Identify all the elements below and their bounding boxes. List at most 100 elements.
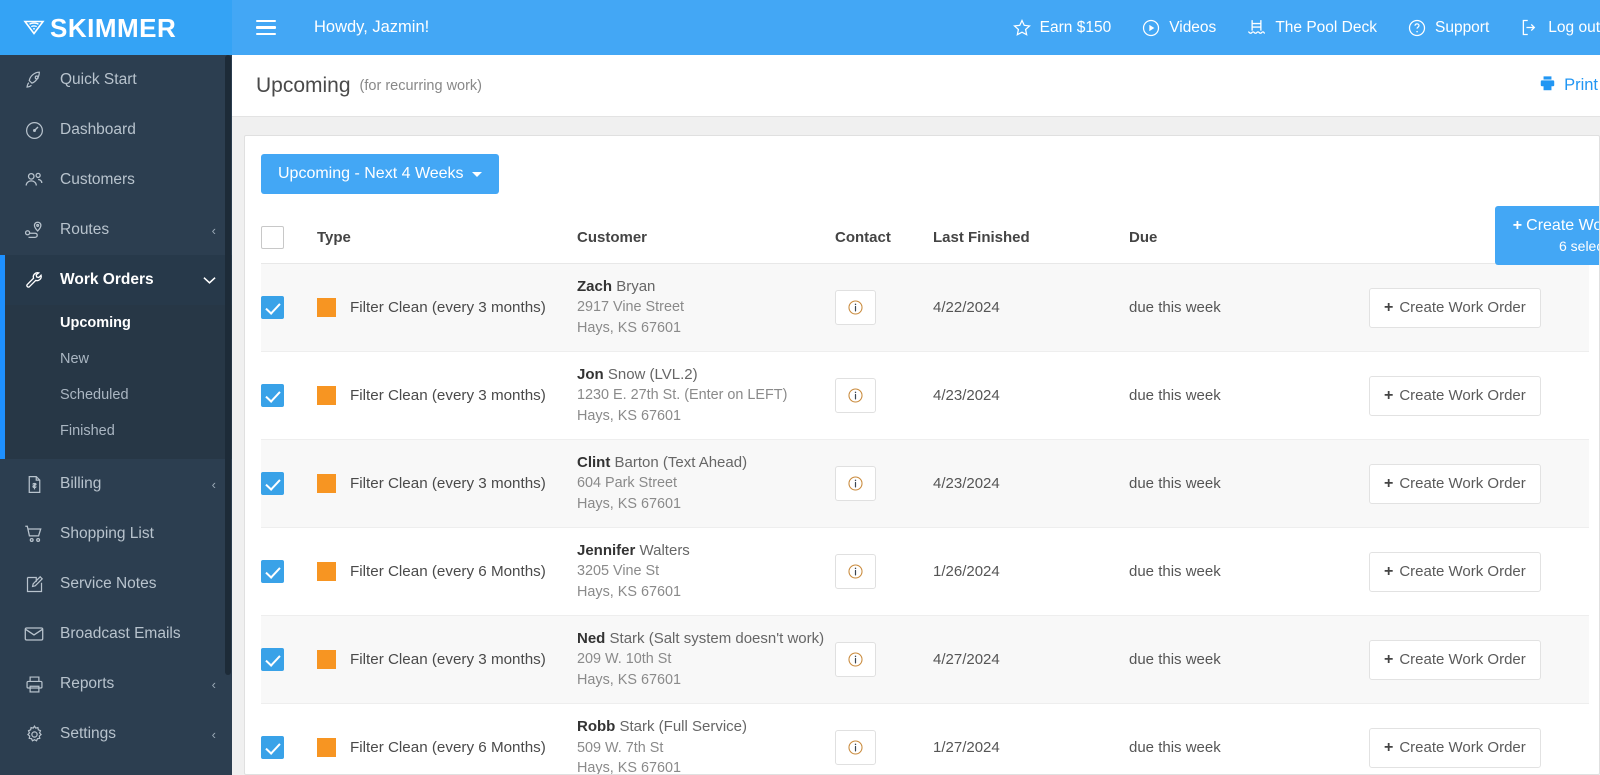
table-row[interactable]: Filter Clean (every 3 months) Jon Snow (L… bbox=[261, 351, 1589, 441]
skimmer-logo-icon bbox=[22, 16, 46, 40]
sidebar-item-upcoming[interactable]: Upcoming bbox=[0, 305, 232, 341]
contact-info-button[interactable] bbox=[835, 378, 876, 414]
top-nav: Earn $150 Videos The Pool Deck Support L… bbox=[982, 17, 1600, 38]
row-type-label: Filter Clean (every 3 months) bbox=[350, 387, 546, 405]
create-work-orders-button[interactable]: +Create Work Orders 6 selected bbox=[1494, 206, 1600, 265]
topnav-label: Support bbox=[1434, 18, 1490, 36]
sidebar-item-customers[interactable]: Customers bbox=[0, 155, 232, 205]
row-due: due this week bbox=[1129, 615, 1369, 705]
row-checkbox[interactable] bbox=[261, 736, 284, 760]
row-type-label: Filter Clean (every 6 Months) bbox=[350, 563, 546, 581]
row-last-finished: 4/23/2024 bbox=[933, 439, 1129, 529]
header-type: Type bbox=[317, 212, 577, 264]
customer-last-name: Walters bbox=[639, 542, 690, 560]
sidebar-item-label: Quick Start bbox=[60, 71, 137, 88]
sidebar-item-routes[interactable]: Routes ‹ bbox=[0, 205, 232, 255]
table-row[interactable]: Filter Clean (every 3 months) Ned Stark (… bbox=[261, 615, 1589, 705]
topnav-videos[interactable]: Videos bbox=[1141, 18, 1216, 38]
topnav-support[interactable]: Support bbox=[1407, 18, 1489, 38]
plus-icon: + bbox=[1512, 217, 1523, 234]
row-type-label: Filter Clean (every 3 months) bbox=[350, 651, 546, 669]
table-row[interactable]: Filter Clean (every 6 Months) Jennifer Wa… bbox=[261, 527, 1589, 617]
header-contact: Contact bbox=[835, 212, 933, 264]
row-select-cell bbox=[261, 351, 317, 441]
date-range-filter-button[interactable]: Upcoming - Next 4 Weeks bbox=[261, 154, 499, 194]
sidebar-scrollbar[interactable] bbox=[225, 55, 232, 775]
row-checkbox[interactable] bbox=[261, 296, 284, 320]
create-work-order-button[interactable]: + Create Work Order bbox=[1369, 287, 1541, 328]
pool-icon bbox=[1246, 17, 1267, 38]
header-last-finished: Last Finished bbox=[933, 212, 1129, 264]
header-customer: Customer bbox=[577, 212, 835, 264]
sidebar-item-billing[interactable]: Billing ‹ bbox=[0, 459, 232, 509]
contact-info-button[interactable] bbox=[835, 730, 876, 766]
sidebar-item-quick-start[interactable]: Quick Start bbox=[0, 55, 232, 105]
customer-first-name: Jennifer bbox=[577, 542, 636, 560]
sidebar-item-label: Work Orders bbox=[60, 271, 154, 288]
create-work-order-label: Create Work Order bbox=[1399, 651, 1526, 669]
content-area: Upcoming - Next 4 Weeks Type Customer Co… bbox=[232, 117, 1600, 775]
print-button[interactable]: Print bbox=[1538, 74, 1598, 98]
row-customer-cell: Clint Barton (Text Ahead) 604 Park Street… bbox=[577, 439, 835, 529]
star-icon bbox=[1012, 18, 1032, 38]
create-orders-label: Create Work Orders bbox=[1526, 217, 1600, 234]
row-last-finished: 4/22/2024 bbox=[933, 263, 1129, 353]
table-row[interactable]: Filter Clean (every 3 months) Clint Barto… bbox=[261, 439, 1589, 529]
brand-logo[interactable]: SKIMMER bbox=[0, 0, 232, 55]
row-checkbox[interactable] bbox=[261, 560, 284, 584]
row-action-cell: + Create Work Order bbox=[1369, 527, 1589, 617]
row-checkbox[interactable] bbox=[261, 472, 284, 496]
contact-info-button[interactable] bbox=[835, 466, 876, 502]
create-work-order-button[interactable]: + Create Work Order bbox=[1369, 375, 1541, 416]
sidebar-item-service-notes[interactable]: Service Notes bbox=[0, 559, 232, 609]
create-work-order-button[interactable]: + Create Work Order bbox=[1369, 639, 1541, 680]
sidebar-item-scheduled[interactable]: Scheduled bbox=[0, 377, 232, 413]
sidebar-nav: Quick Start Dashboard Customers Routes ‹… bbox=[0, 55, 232, 759]
sidebar-item-new[interactable]: New bbox=[0, 341, 232, 377]
sidebar-item-work-orders[interactable]: Work Orders bbox=[0, 255, 232, 305]
create-work-order-button[interactable]: + Create Work Order bbox=[1369, 551, 1541, 592]
users-icon bbox=[22, 168, 46, 192]
page-title: Upcoming bbox=[256, 73, 351, 97]
customer-address-line2: Hays, KS 67601 bbox=[577, 760, 681, 775]
sidebar-item-shopping-list[interactable]: Shopping List bbox=[0, 509, 232, 559]
sidebar: SKIMMER Quick Start Dashboard Customers … bbox=[0, 0, 232, 775]
printer-icon bbox=[22, 672, 46, 696]
header-due: Due bbox=[1129, 212, 1369, 264]
table-row[interactable]: Filter Clean (every 3 months) Zach Bryan 2… bbox=[261, 263, 1589, 353]
sidebar-scrollbar-thumb[interactable] bbox=[225, 55, 231, 675]
hamburger-icon[interactable] bbox=[256, 16, 276, 40]
sidebar-item-label: Reports bbox=[60, 675, 115, 692]
sidebar-item-finished[interactable]: Finished bbox=[0, 413, 232, 449]
customer-address-line1: 2917 Vine Street bbox=[577, 299, 684, 316]
service-color-swatch bbox=[317, 386, 336, 406]
table-row[interactable]: Filter Clean (every 6 Months) Robb Stark … bbox=[261, 703, 1589, 775]
select-all-checkbox[interactable] bbox=[261, 226, 284, 249]
sidebar-item-dashboard[interactable]: Dashboard bbox=[0, 105, 232, 155]
customer-last-name: Stark (Salt system doesn't work) bbox=[609, 630, 825, 648]
top-bar: Howdy, Jazmin! Earn $150 Videos The Pool… bbox=[232, 0, 1600, 55]
info-circle-icon bbox=[848, 476, 863, 491]
sidebar-item-reports[interactable]: Reports ‹ bbox=[0, 659, 232, 709]
row-type-label: Filter Clean (every 3 months) bbox=[350, 299, 546, 317]
contact-info-button[interactable] bbox=[835, 642, 876, 678]
sidebar-subitem-label: New bbox=[60, 351, 90, 367]
row-type-cell: Filter Clean (every 3 months) bbox=[317, 263, 577, 353]
topnav-pool-deck[interactable]: The Pool Deck bbox=[1246, 17, 1377, 38]
service-color-swatch bbox=[317, 474, 336, 494]
row-checkbox[interactable] bbox=[261, 648, 284, 672]
contact-info-button[interactable] bbox=[835, 290, 876, 326]
page-header: Upcoming (for recurring work) Print bbox=[232, 55, 1600, 117]
sidebar-item-broadcast-emails[interactable]: Broadcast Emails bbox=[0, 609, 232, 659]
topnav-logout[interactable]: Log out bbox=[1519, 17, 1600, 38]
print-label: Print bbox=[1564, 76, 1598, 94]
contact-info-button[interactable] bbox=[835, 554, 876, 590]
row-checkbox[interactable] bbox=[261, 384, 284, 408]
create-work-order-button[interactable]: + Create Work Order bbox=[1369, 727, 1541, 768]
create-work-order-button[interactable]: + Create Work Order bbox=[1369, 463, 1541, 504]
topnav-earn[interactable]: Earn $150 bbox=[1012, 18, 1111, 38]
plus-icon: + bbox=[1384, 298, 1394, 316]
sidebar-item-settings[interactable]: Settings ‹ bbox=[0, 709, 232, 759]
wrench-icon bbox=[22, 268, 46, 292]
row-customer-cell: Robb Stark (Full Service) 509 W. 7th St Ha… bbox=[577, 703, 835, 775]
